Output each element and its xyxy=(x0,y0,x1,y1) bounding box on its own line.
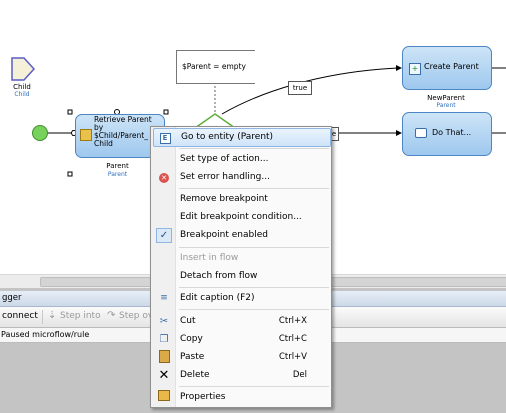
menu-item-paste[interactable]: Paste Ctrl+V xyxy=(153,349,329,366)
properties-icon xyxy=(156,390,172,405)
create-caption: Create Parent xyxy=(424,62,479,71)
start-event[interactable] xyxy=(32,125,48,141)
toolbar-separator xyxy=(42,310,43,324)
step-over-icon: ↷ xyxy=(107,310,116,321)
delete-icon: ✕ xyxy=(158,368,170,383)
step-into-icon: ⇣ xyxy=(48,310,57,321)
menu-item-copy[interactable]: ❐ Copy Ctrl+C xyxy=(153,331,329,348)
selection-handle-bl[interactable] xyxy=(67,171,73,177)
menu-item-edit-caption[interactable]: ≡ Edit caption (F2) xyxy=(153,290,329,307)
debugger-title: gger xyxy=(2,293,22,303)
selection-handle-tr[interactable] xyxy=(163,109,169,115)
parameter-sublabel: Child xyxy=(14,91,30,98)
true-label[interactable]: true xyxy=(288,81,312,95)
menu-item-breakpoint-enabled[interactable]: ✓ Breakpoint enabled xyxy=(153,227,329,244)
parameter-icon[interactable] xyxy=(10,56,36,82)
menu-item-insert-in-flow[interactable]: Insert in flow xyxy=(153,250,329,267)
copy-icon: ❐ xyxy=(159,334,169,345)
menu-separator xyxy=(179,188,329,189)
menu-item-set-error-handling[interactable]: ✕ Set error handling... xyxy=(153,169,329,186)
retrieve-output-sublabel: Parent xyxy=(107,171,128,178)
error-icon: ✕ xyxy=(156,170,172,185)
menu-item-set-type[interactable]: Set type of action... xyxy=(153,151,329,168)
step-over-button[interactable]: Step ov xyxy=(119,311,153,321)
create-output-sublabel: Parent xyxy=(436,102,456,109)
menu-separator xyxy=(179,309,329,310)
menu-item-delete[interactable]: ✕ Delete Del xyxy=(153,367,329,384)
menu-item-detach-from-flow[interactable]: Detach from flow xyxy=(153,268,329,285)
checkmark-icon: ✓ xyxy=(156,228,172,243)
create-icon: + xyxy=(409,63,421,75)
menu-separator xyxy=(179,386,329,387)
step-into-button[interactable]: Step into xyxy=(60,311,101,321)
menu-item-cut[interactable]: ✂ Cut Ctrl+X xyxy=(153,313,329,330)
context-menu: E Go to entity (Parent) Set type of acti… xyxy=(150,126,332,408)
scissors-icon: ✂ xyxy=(159,316,169,327)
connect-button[interactable]: connect xyxy=(2,311,38,321)
menu-separator xyxy=(179,287,329,288)
parameter-label: Child xyxy=(13,83,31,91)
retrieve-output-label: Parent xyxy=(106,162,129,170)
menu-separator xyxy=(179,148,329,149)
annotation-box[interactable]: $Parent = empty xyxy=(176,50,255,84)
retrieve-caption: Retrieve Parent by $Child/Parent_ Child xyxy=(94,116,152,148)
microflow-call-icon xyxy=(415,128,427,138)
caption-icon: ≡ xyxy=(160,293,168,303)
paste-icon xyxy=(156,350,172,365)
menu-item-go-to-entity[interactable]: E Go to entity (Parent) xyxy=(153,128,331,147)
do-that-caption: Do That... xyxy=(432,128,472,137)
menu-item-properties[interactable]: Properties xyxy=(153,389,329,406)
entity-icon: E xyxy=(157,130,173,145)
menu-separator xyxy=(179,247,329,248)
menu-item-edit-breakpoint-condition[interactable]: Edit breakpoint condition... xyxy=(153,209,329,226)
selection-handle-tl[interactable] xyxy=(67,109,73,115)
create-output-label: NewParent xyxy=(427,94,465,102)
debugger-status: Paused microflow/rule xyxy=(1,330,90,339)
menu-item-remove-breakpoint[interactable]: Remove breakpoint xyxy=(153,191,329,208)
annotation-text: $Parent = empty xyxy=(182,62,246,71)
retrieve-line4: Child xyxy=(94,139,113,148)
retrieve-icon xyxy=(80,129,92,141)
